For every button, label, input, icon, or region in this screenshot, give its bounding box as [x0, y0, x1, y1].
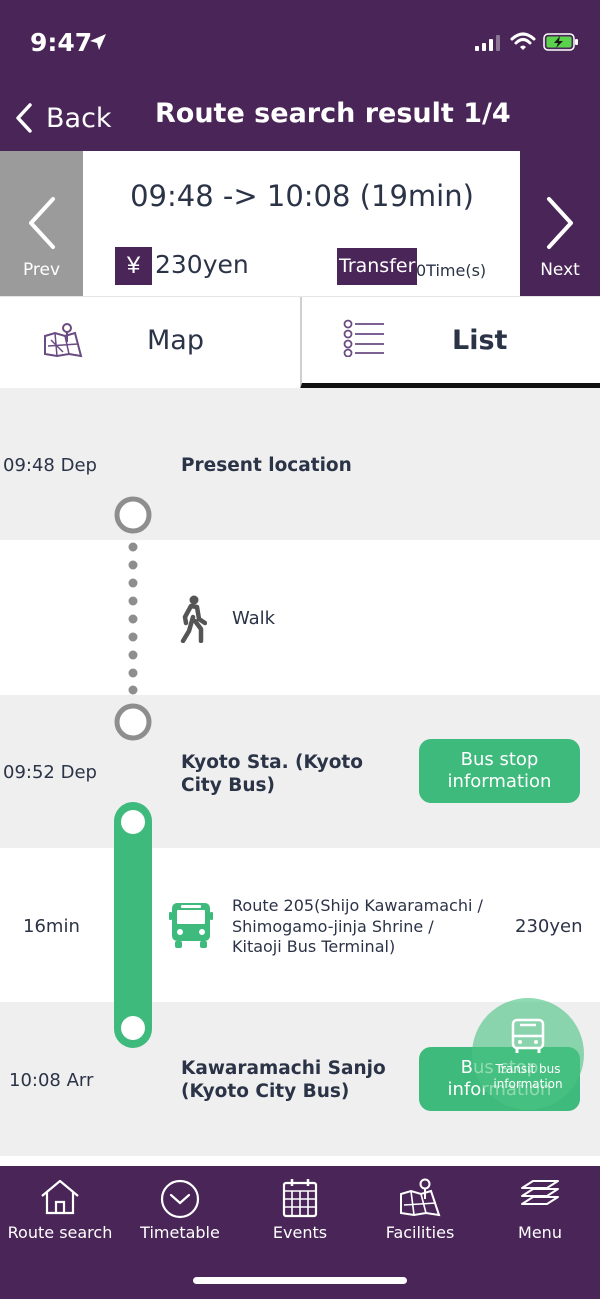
layers-icon	[521, 1180, 559, 1205]
wifi-icon	[510, 32, 536, 50]
boarding-stop-name-line2: City Bus)	[181, 775, 275, 796]
tab-route-search-label: Route search	[7, 1223, 113, 1242]
bus-route-line1: Route 205(Shijo Kawaramachi /	[232, 896, 483, 915]
tab-list[interactable]: List	[300, 297, 600, 389]
boarding-stop-name-line1: Kyoto Sta. (Kyoto	[181, 752, 363, 773]
list-bottom-spacer	[0, 1156, 600, 1166]
fab-label-line2: information	[493, 1077, 563, 1091]
yen-badge: ¥	[115, 247, 152, 285]
calendar-icon	[282, 1179, 318, 1218]
fab-label-line1: Transit bus	[495, 1062, 561, 1076]
view-tabs: Map List	[0, 296, 600, 389]
list-icon	[343, 319, 384, 357]
status-time: 9:47	[30, 28, 93, 57]
transit-bus-info-label: Transit bus information	[472, 1062, 584, 1092]
alighting-stop-name-line2: (Kyoto City Bus)	[181, 1081, 350, 1102]
bus-stop-info-line1: Bus stop	[460, 749, 539, 770]
prev-button[interactable]: Prev	[0, 151, 83, 296]
bus-icon	[169, 903, 213, 948]
prev-label: Prev	[22, 260, 61, 280]
tab-map-label: Map	[147, 325, 204, 356]
page-title: Route search result 1/4	[155, 98, 511, 129]
next-button[interactable]: Next	[520, 151, 600, 296]
tab-menu[interactable]: Menu	[480, 1166, 600, 1266]
tab-events[interactable]: Events	[240, 1166, 360, 1266]
alighting-stop-name-line1: Kawaramachi Sanjo	[181, 1058, 386, 1079]
signal-icon	[475, 35, 500, 51]
back-button[interactable]: Back	[12, 96, 112, 140]
transfer-count: 0Time(s)	[416, 261, 487, 280]
tab-facilities-label: Facilities	[385, 1223, 455, 1242]
next-label: Next	[540, 260, 580, 280]
bus-leg-duration: 16min	[23, 916, 80, 937]
tab-timetable[interactable]: Timetable	[120, 1166, 240, 1266]
bus-route-line3: Kitaoji Bus Terminal)	[232, 937, 396, 956]
status-bar: 9:47	[0, 0, 600, 86]
tab-menu-label: Menu	[518, 1223, 562, 1242]
walk-label: Walk	[232, 608, 276, 629]
alighting-stop-name: Kawaramachi Sanjo (Kyoto City Bus)	[181, 1057, 386, 1103]
boarding-stop-name: Kyoto Sta. (Kyoto City Bus)	[181, 751, 363, 797]
battery-icon	[543, 33, 578, 51]
tab-map[interactable]: Map	[0, 297, 300, 389]
chevron-left-icon	[16, 103, 32, 133]
tab-route-search[interactable]: Route search	[0, 1166, 120, 1266]
origin-row: 09:48 Dep Present location	[0, 388, 600, 540]
fare-total: 230yen	[155, 250, 249, 279]
bottom-tab-bar: Route search Timetable Events Facilities	[0, 1166, 600, 1299]
tab-events-label: Events	[272, 1223, 328, 1242]
bus-route-line2: Shimogamo-jinja Shrine /	[232, 916, 434, 936]
tab-list-label: List	[452, 325, 508, 356]
transfer-badge: Transfer	[337, 248, 418, 285]
home-indicator[interactable]	[193, 1277, 407, 1284]
bus-leg-fare: 230yen	[515, 916, 583, 937]
boarding-row: 09:52 Dep Kyoto Sta. (Kyoto City Bus) Bu…	[0, 695, 600, 848]
map-icon	[400, 1178, 441, 1217]
bus-leg-row: 16min Route 205(Shijo Kawaramachi / Shim…	[0, 848, 600, 1002]
bus-route-name: Route 205(Shijo Kawaramachi / Shimogamo-…	[232, 896, 483, 958]
walk-icon	[180, 595, 207, 643]
origin-time: 09:48 Dep	[3, 455, 97, 476]
map-icon	[44, 323, 83, 358]
alighting-time: 10:08 Arr	[9, 1070, 94, 1091]
nav-bar: Back Route search result 1/4	[0, 86, 600, 151]
back-label: Back	[46, 102, 112, 134]
bus-stop-info-button[interactable]: Bus stop information	[419, 739, 580, 803]
origin-name: Present location	[181, 455, 352, 476]
route-summary: Prev 09:48 -> 10:08 (19min) ¥ 230yen Tra…	[0, 151, 600, 296]
boarding-time: 09:52 Dep	[3, 762, 97, 783]
route-line	[114, 496, 152, 1048]
walk-row: Walk	[0, 540, 600, 695]
tab-timetable-label: Timetable	[140, 1223, 220, 1242]
bus-icon	[511, 1018, 545, 1053]
chevron-left-icon	[28, 197, 55, 249]
tab-facilities[interactable]: Facilities	[360, 1166, 480, 1266]
home-icon	[41, 1179, 79, 1215]
location-arrow-icon	[90, 34, 106, 50]
chevron-right-icon	[547, 197, 573, 249]
bus-stop-info-line2: information	[447, 771, 552, 792]
transit-bus-info-button[interactable]: Transit bus information	[472, 998, 584, 1110]
clock-icon	[160, 1179, 200, 1219]
time-range: 09:48 -> 10:08 (19min)	[130, 179, 474, 213]
